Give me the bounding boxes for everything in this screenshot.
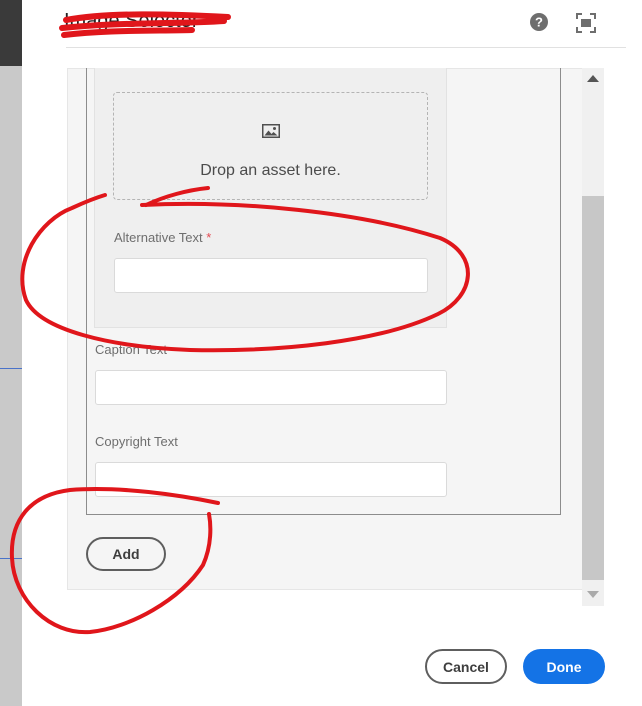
cancel-button[interactable]: Cancel xyxy=(425,649,507,684)
caption-text-label: Caption Text xyxy=(95,342,168,357)
background-divider xyxy=(0,558,22,559)
copyright-text-input[interactable] xyxy=(95,462,447,497)
copyright-text-label: Copyright Text xyxy=(95,434,178,449)
help-icon[interactable]: ? xyxy=(529,12,549,32)
required-marker: * xyxy=(206,230,212,245)
background-top-bar xyxy=(0,0,22,66)
header-divider xyxy=(66,47,626,48)
drop-zone-text: Drop an asset here. xyxy=(200,162,341,179)
svg-text:?: ? xyxy=(535,15,543,30)
caption-text-input[interactable] xyxy=(95,370,447,405)
add-button[interactable]: Add xyxy=(86,537,166,571)
scrollbar-thumb[interactable] xyxy=(582,196,604,580)
image-icon xyxy=(262,124,280,138)
done-button[interactable]: Done xyxy=(523,649,605,684)
scroll-up-arrow-icon[interactable] xyxy=(587,75,599,82)
scroll-down-arrow-icon[interactable] xyxy=(587,591,599,598)
image-selector-dialog: Image Selector ? Drop an asset here. Alt… xyxy=(22,0,642,706)
background-page xyxy=(0,0,22,706)
fullscreen-icon[interactable] xyxy=(575,12,597,34)
asset-drop-zone[interactable]: Drop an asset here. xyxy=(113,92,428,200)
alt-text-label-text: Alternative Text xyxy=(114,230,203,245)
background-divider xyxy=(0,368,22,369)
alt-text-label: Alternative Text * xyxy=(114,230,211,245)
dialog-title: Image Selector xyxy=(64,10,199,32)
alt-text-input[interactable] xyxy=(114,258,428,293)
